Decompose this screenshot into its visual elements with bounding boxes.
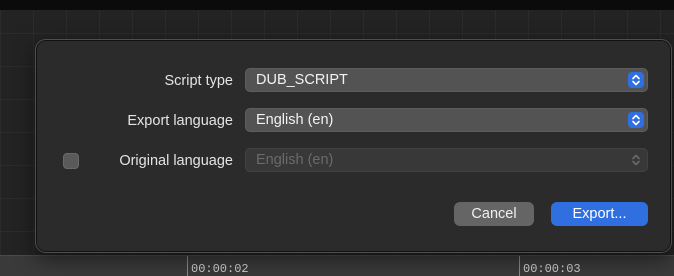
script-type-popup[interactable]: DUB_SCRIPT (245, 68, 648, 92)
chevron-up-down-icon (628, 152, 644, 168)
timeline-marker-label: 00:00:02 (191, 262, 249, 276)
export-script-dialog: Script type DUB_SCRIPT Export language E… (35, 39, 672, 253)
timeline-ruler[interactable]: 00:00:02 00:00:03 (0, 255, 674, 276)
script-type-label: Script type (164, 73, 234, 89)
original-language-label: Original language (119, 153, 233, 169)
original-language-value: English (en) (256, 152, 334, 168)
original-language-checkbox[interactable] (63, 153, 79, 169)
script-type-value: DUB_SCRIPT (256, 72, 348, 88)
export-language-label: Export language (127, 113, 233, 129)
chevron-up-down-icon (628, 72, 644, 88)
original-language-popup[interactable]: English (en) (245, 148, 648, 172)
cancel-button[interactable]: Cancel (454, 202, 534, 226)
timeline-marker-tick (519, 256, 520, 276)
export-language-popup[interactable]: English (en) (245, 108, 648, 132)
chevron-up-down-icon (628, 112, 644, 128)
export-button[interactable]: Export... (551, 202, 648, 226)
top-bar (0, 0, 674, 10)
timeline-marker-label: 00:00:03 (523, 262, 581, 276)
timeline-marker-tick (187, 256, 188, 276)
export-language-value: English (en) (256, 112, 334, 128)
